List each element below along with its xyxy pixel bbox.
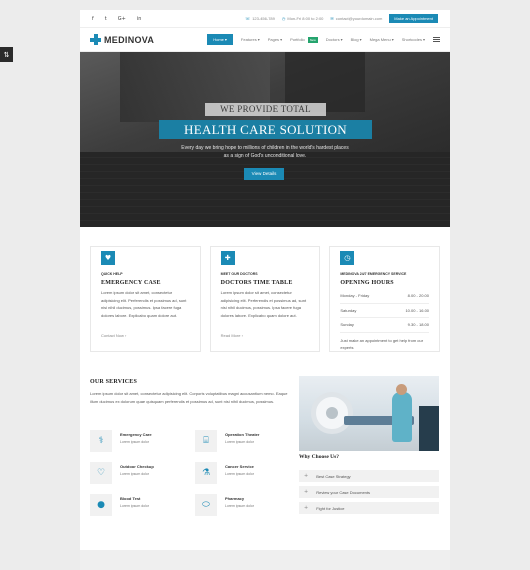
menu-item-shortcodes[interactable]: Shortcodes ▾ — [402, 37, 425, 42]
card-tag: MEET OUR DOCTORS — [220, 272, 258, 276]
card-title: OPENING HOURS — [340, 280, 394, 286]
clock-icon: ◷ — [340, 251, 355, 265]
linkedin-icon[interactable]: in — [137, 16, 142, 22]
page: f t G+ in ☏ 123-456-789 ◷ Mon-Fri 8:00 to … — [80, 10, 450, 570]
service-emergency-care[interactable]: ⚕ Emergency Care Lorem ipsum dolor — [90, 430, 190, 452]
menu-item-blog[interactable]: Blog ▾ — [351, 37, 362, 42]
accordion-item[interactable]: + Fight for Justice — [299, 502, 439, 514]
hero-title: HEALTH CARE SOLUTION — [159, 120, 372, 139]
make-appointment-button[interactable]: Make an Appointment — [389, 14, 438, 23]
twitter-icon[interactable]: t — [105, 16, 107, 22]
settings-toggle-icon[interactable]: ⇅ — [0, 47, 13, 62]
menu: Home ▾ Features ▾ Pages ▾ Portfolio New Doct… — [207, 34, 440, 45]
mri-scan-photo — [299, 376, 439, 451]
hours-note: Just make an appointment to get help fro… — [340, 337, 424, 350]
why-choose-us: Why Choose Us? + Best Case Strategy + Revi… — [299, 454, 439, 514]
social-links: f t G+ in — [92, 16, 141, 22]
services-text: Lorem ipsum dolor sit amet, consectetur … — [90, 391, 288, 404]
hero-description: Every day we bring hope to millions of c… — [181, 145, 349, 159]
main-nav: MEDINOVA Home ▾ Features ▾ Pages ▾ Portfoli… — [80, 28, 450, 52]
card-doctors: ✚ MEET OUR DOCTORS DOCTORS TIME TABLE Lo… — [209, 246, 321, 352]
clock-icon: ◷ — [281, 16, 286, 21]
hours-table: Monday - Friday 8.00 - 20.00 Saturday 10.0… — [340, 289, 430, 351]
contact-now-link[interactable]: Contact Now › — [101, 333, 126, 338]
hours-row: Saturday 10.00 - 16.00 — [340, 304, 430, 318]
service-blood-test[interactable]: ● Blood Test Lorem ipsum dolor — [90, 494, 190, 516]
service-pharmacy[interactable]: ⬭ Pharmacy Lorem ipsum dolor — [195, 494, 295, 516]
email-text[interactable]: contact@yourdomain.com — [336, 16, 383, 21]
card-title: DOCTORS TIME TABLE — [220, 280, 293, 286]
accordion: + Best Case Strategy + Review your Case Do… — [299, 470, 439, 514]
accordion-item[interactable]: + Review your Case Documents — [299, 486, 439, 498]
pill-icon: ⬭ — [195, 494, 217, 516]
card-tag: QUICK HELP — [101, 272, 123, 276]
service-operation-theater[interactable]: ⌸ Operation Theater Lorem ipsum dolor — [195, 430, 295, 452]
bed-icon: ⌸ — [195, 430, 217, 452]
feature-cards: ♥ QUICK HELP EMERGENCY CASE Lorem ipsum … — [90, 246, 441, 352]
heartbeat-icon: ♥ — [101, 251, 115, 265]
microscope-icon: ⚗ — [195, 462, 217, 484]
google-plus-icon[interactable]: G+ — [118, 16, 126, 22]
facebook-icon[interactable]: f — [92, 16, 94, 22]
card-title: EMERGENCY CASE — [101, 280, 161, 286]
hero-subtitle: WE PROVIDE TOTAL — [205, 103, 326, 116]
hero-background-wall — [80, 152, 450, 227]
plus-icon: + — [304, 473, 309, 479]
menu-item-portfolio[interactable]: Portfolio New — [290, 36, 318, 43]
card-opening-hours: ◷ MEDINOVA 24/7 EMERGENCY SERVICE OPENIN… — [329, 246, 441, 352]
medical-cross-icon — [90, 34, 101, 45]
services-grid: ⚕ Emergency Care Lorem ipsum dolor ⌸ Oper… — [90, 430, 300, 530]
card-text: Lorem ipsum dolor sit amet, consectetur … — [220, 290, 307, 318]
menu-item-features[interactable]: Features ▾ — [241, 37, 260, 42]
footer-strip — [80, 550, 450, 570]
mail-icon: ✉ — [330, 16, 334, 21]
card-text: Lorem ipsum dolor sit amet, consectetur … — [101, 290, 187, 318]
card-tag: MEDINOVA 24/7 EMERGENCY SERVICE — [340, 272, 407, 276]
stethoscope-icon: ⚕ — [90, 430, 112, 452]
hours-row: Sunday 9.30 - 18.00 — [340, 318, 430, 333]
card-emergency: ♥ QUICK HELP EMERGENCY CASE Lorem ipsum … — [90, 246, 201, 352]
service-outdoor-checkup[interactable]: ♡ Outdoor Checkup Lorem ipsum dolor — [90, 462, 190, 484]
services-heading: OUR SERVICES — [90, 379, 138, 385]
read-more-link[interactable]: Read More › — [221, 333, 243, 338]
mri-machine — [311, 392, 353, 434]
menu-item-doctors[interactable]: Doctors ▾ — [326, 37, 343, 42]
view-details-button[interactable]: View Details — [244, 168, 284, 180]
service-cancer-service[interactable]: ⚗ Cancer Service Lorem ipsum dolor — [195, 462, 295, 484]
checkup-icon: ♡ — [90, 462, 112, 484]
hours-row: Monday - Friday 8.00 - 20.00 — [340, 289, 430, 304]
why-heading: Why Choose Us? — [299, 454, 340, 460]
logo[interactable]: MEDINOVA — [90, 34, 154, 45]
contact-info: ☏ 123-456-789 ◷ Mon-Fri 8:00 to 2:00 ✉ cont… — [245, 14, 438, 23]
phone-icon: ☏ — [245, 16, 251, 21]
hours-text: Mon-Fri 8:00 to 2:00 — [287, 16, 324, 21]
menu-item-pages[interactable]: Pages ▾ — [268, 37, 282, 42]
plus-icon: + — [304, 505, 309, 511]
blood-drop-icon: ● — [90, 494, 112, 516]
services-section: OUR SERVICES Lorem ipsum dolor sit amet,… — [90, 379, 290, 405]
new-badge: New — [307, 36, 318, 43]
logo-text: MEDINOVA — [104, 34, 155, 45]
equipment-panel — [419, 406, 439, 451]
hamburger-icon[interactable] — [433, 37, 440, 42]
nurse-head — [396, 384, 407, 395]
hero-banner: WE PROVIDE TOTAL HEALTH CARE SOLUTION Ev… — [80, 52, 450, 227]
plus-icon: + — [304, 489, 309, 495]
phone-text: 123-456-789 — [252, 16, 275, 21]
accordion-item[interactable]: + Best Case Strategy — [299, 470, 439, 482]
top-bar: f t G+ in ☏ 123-456-789 ◷ Mon-Fri 8:00 to … — [80, 10, 450, 28]
menu-item-home[interactable]: Home ▾ — [207, 34, 233, 45]
nurse-figure — [392, 392, 412, 442]
doctor-icon: ✚ — [220, 251, 235, 265]
menu-item-mega-menu[interactable]: Mega Menu ▾ — [370, 37, 394, 42]
